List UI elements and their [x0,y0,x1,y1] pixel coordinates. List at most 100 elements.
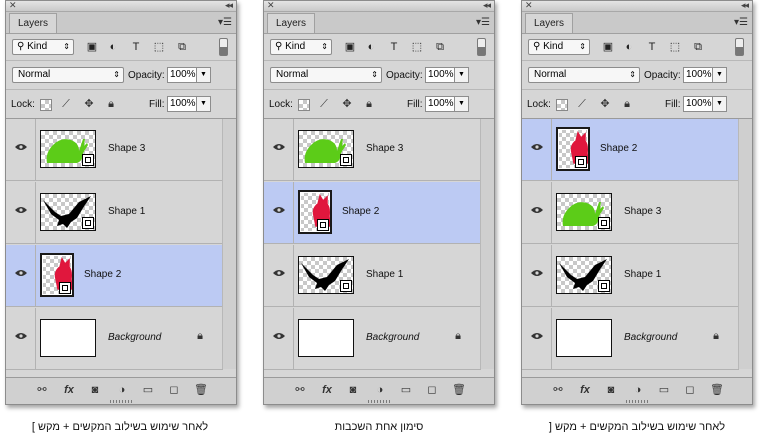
collapse-icon[interactable]: ◂◂ [741,1,749,10]
filter-toggle[interactable] [477,38,486,56]
panel-menu-icon[interactable]: ▾☰ [476,17,490,28]
visibility-toggle[interactable] [522,182,552,243]
new-layer-icon[interactable]: ◻ [166,383,182,397]
blend-mode-select[interactable]: Normal ⇕ [528,67,640,83]
visibility-toggle[interactable] [6,245,36,306]
tab-layers[interactable]: Layers [267,13,316,33]
trash-icon[interactable]: 🗑︎ [709,383,725,397]
layer-name[interactable]: Shape 3 [108,143,145,155]
layer-thumbnail[interactable] [556,193,612,231]
layer-thumbnail[interactable] [298,190,332,234]
layer-thumbnail[interactable] [40,319,96,357]
visibility-toggle[interactable] [6,119,36,180]
visibility-toggle[interactable] [264,308,294,369]
fill-dropdown-icon[interactable]: ▼ [197,96,211,112]
layer-row[interactable]: Shape 3 [522,182,739,244]
layer-name[interactable]: Shape 2 [84,269,121,281]
filter-kind-select[interactable]: ⚲ Kind ⇕ [528,39,590,55]
layer-row[interactable]: Shape 2 [522,119,739,181]
layer-thumbnail[interactable] [298,130,354,168]
new-group-icon[interactable]: ▭ [656,383,672,397]
type-filter-icon[interactable]: T [646,41,658,53]
layer-name[interactable]: Background [366,332,419,344]
layer-thumbnail[interactable] [298,256,354,294]
opacity-input[interactable]: 100% [425,67,455,83]
fill-input[interactable]: 100% [425,96,455,112]
close-icon[interactable]: ✕ [9,1,17,10]
new-layer-icon[interactable]: ◻ [682,383,698,397]
opacity-dropdown-icon[interactable]: ▼ [713,67,727,83]
layer-row[interactable]: Shape 2 [264,182,481,244]
fx-icon[interactable]: fx [61,383,77,397]
layer-thumbnail[interactable] [556,127,590,171]
shape-filter-icon[interactable]: ⬚ [669,41,681,53]
visibility-toggle[interactable] [6,308,36,369]
visibility-toggle[interactable] [522,245,552,306]
adjustment-filter-icon[interactable]: ◐ [365,41,377,53]
adjustment-filter-icon[interactable]: ◐ [623,41,635,53]
fill-input[interactable]: 100% [683,96,713,112]
lock-all-icon[interactable]: 🔒︎ [363,98,375,110]
layer-thumbnail[interactable] [556,256,612,294]
fill-input[interactable]: 100% [167,96,197,112]
smart-object-filter-icon[interactable]: ⧉ [434,41,446,53]
layer-name[interactable]: Shape 3 [624,206,661,218]
layer-name[interactable]: Shape 2 [600,143,637,155]
shape-filter-icon[interactable]: ⬚ [153,41,165,53]
close-icon[interactable]: ✕ [525,1,533,10]
lock-position-icon[interactable]: ✥ [341,98,353,110]
layer-row[interactable]: Background 🔒︎ [6,308,223,370]
scrollbar[interactable] [480,119,494,369]
add-mask-icon[interactable]: ◙ [345,383,361,397]
new-adjustment-icon[interactable]: ◑ [114,383,130,397]
smart-object-filter-icon[interactable]: ⧉ [176,41,188,53]
lock-position-icon[interactable]: ✥ [599,98,611,110]
layer-row[interactable]: Background 🔒︎ [264,308,481,370]
layer-thumbnail[interactable] [298,319,354,357]
panel-menu-icon[interactable]: ▾☰ [218,17,232,28]
visibility-toggle[interactable] [264,182,294,243]
layer-name[interactable]: Shape 1 [366,269,403,281]
type-filter-icon[interactable]: T [130,41,142,53]
add-mask-icon[interactable]: ◙ [87,383,103,397]
lock-all-icon[interactable]: 🔒︎ [105,98,117,110]
new-group-icon[interactable]: ▭ [398,383,414,397]
lock-transparency-icon[interactable] [298,99,310,111]
opacity-input[interactable]: 100% [167,67,197,83]
opacity-dropdown-icon[interactable]: ▼ [455,67,469,83]
layer-row[interactable]: Shape 1 [264,245,481,307]
layer-name[interactable]: Background [108,332,161,344]
fx-icon[interactable]: fx [577,383,593,397]
layer-name[interactable]: Shape 1 [624,269,661,281]
lock-brush-icon[interactable]: ⟋ [60,98,72,110]
trash-icon[interactable]: 🗑︎ [193,383,209,397]
blend-mode-select[interactable]: Normal ⇕ [270,67,382,83]
filter-kind-select[interactable]: ⚲ Kind ⇕ [270,39,332,55]
layer-name[interactable]: Background [624,332,677,344]
tab-layers[interactable]: Layers [9,13,58,33]
lock-position-icon[interactable]: ✥ [83,98,95,110]
visibility-toggle[interactable] [6,182,36,243]
type-filter-icon[interactable]: T [388,41,400,53]
layer-thumbnail[interactable] [40,193,96,231]
layer-row[interactable]: Shape 2 [6,245,223,307]
filter-kind-select[interactable]: ⚲ Kind ⇕ [12,39,74,55]
image-filter-icon[interactable]: ▣ [344,41,356,53]
visibility-toggle[interactable] [522,308,552,369]
resize-grip[interactable] [110,400,132,403]
resize-grip[interactable] [626,400,648,403]
tab-layers[interactable]: Layers [525,13,574,33]
trash-icon[interactable]: 🗑︎ [451,383,467,397]
layer-row[interactable]: Shape 1 [6,182,223,244]
fill-dropdown-icon[interactable]: ▼ [455,96,469,112]
layer-name[interactable]: Shape 3 [366,143,403,155]
new-adjustment-icon[interactable]: ◑ [630,383,646,397]
new-layer-icon[interactable]: ◻ [424,383,440,397]
scrollbar[interactable] [222,119,236,369]
resize-grip[interactable] [368,400,390,403]
link-layers-icon[interactable]: ⚯ [292,383,308,397]
blend-mode-select[interactable]: Normal ⇕ [12,67,124,83]
filter-toggle[interactable] [735,38,744,56]
adjustment-filter-icon[interactable]: ◐ [107,41,119,53]
close-icon[interactable]: ✕ [267,1,275,10]
